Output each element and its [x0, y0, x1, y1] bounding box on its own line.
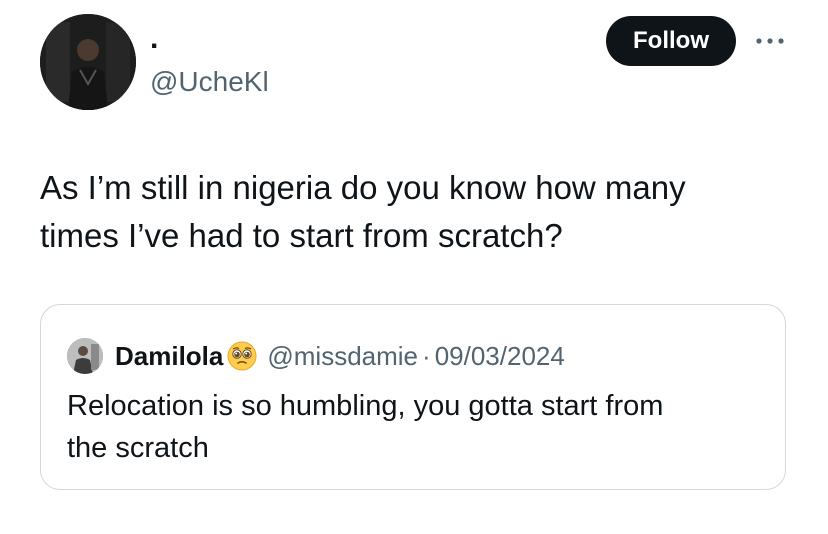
quote-header: Damilola @missdamie · 09/03/2024 [67, 337, 565, 375]
separator-dot: · [422, 340, 431, 371]
tweet-text: As I’m still in nigeria do you know how … [40, 169, 686, 254]
quote-text: Relocation is so humbling, you gotta sta… [67, 390, 664, 464]
author-handle[interactable]: @UcheKl [150, 66, 269, 98]
more-horizontal-icon[interactable] [750, 26, 790, 56]
quote-author-avatar[interactable] [67, 338, 103, 374]
quote-author-handle[interactable]: @missdamie [267, 341, 418, 372]
quoted-tweet-card[interactable]: Damilola @missdamie · 09/03/2024 Relocat… [40, 304, 786, 490]
quote-date[interactable]: 09/03/2024 [435, 341, 565, 372]
person-silhouette-icon [40, 14, 136, 110]
follow-button[interactable]: Follow [606, 16, 736, 66]
author-avatar[interactable] [40, 14, 136, 110]
pleading-face-icon [227, 341, 257, 371]
author-display-name[interactable]: . [150, 22, 158, 56]
person-photo-icon [67, 338, 103, 374]
quote-author-name[interactable]: Damilola [115, 341, 223, 372]
